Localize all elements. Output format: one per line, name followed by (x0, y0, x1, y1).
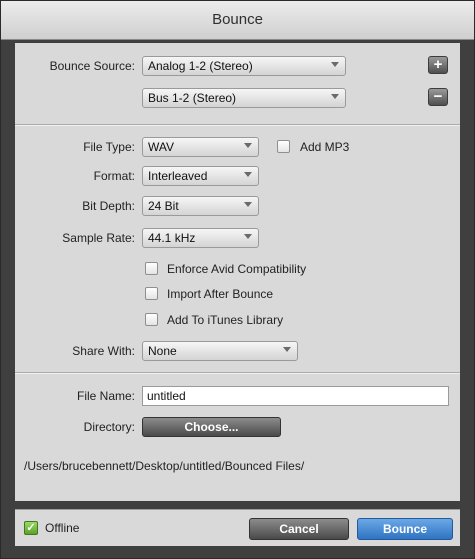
bounce-source-second-select[interactable]: Bus 1-2 (Stereo) (142, 88, 346, 108)
enforce-avid-checkbox[interactable] (145, 262, 158, 275)
directory-label: Directory: (83, 420, 135, 434)
import-after-bounce-checkbox[interactable] (145, 287, 158, 300)
format-label: Format: (93, 169, 135, 183)
file-type-select[interactable]: WAV (142, 137, 259, 157)
minus-icon: − (433, 88, 443, 105)
cancel-button[interactable]: Cancel (249, 518, 349, 540)
offline-label: Offline (45, 521, 80, 535)
chevron-down-icon (244, 202, 252, 207)
bounce-source-value: Analog 1-2 (Stereo) (148, 59, 253, 73)
bounce-dialog: Bounce Bounce Source: Analog 1-2 (Stereo… (0, 0, 475, 559)
chevron-down-icon (244, 143, 252, 148)
sample-rate-select[interactable]: 44.1 kHz (142, 228, 259, 248)
share-with-select[interactable]: None (142, 341, 298, 361)
dialog-footer: ✓ Offline Cancel Bounce (15, 509, 460, 546)
enforce-avid-label: Enforce Avid Compatibility (167, 262, 307, 276)
format-value: Interleaved (148, 169, 208, 183)
chevron-down-icon (283, 347, 291, 352)
destination-panel: File Name: untitled Directory: Choose...… (15, 373, 460, 501)
bounce-source-panel: Bounce Source: Analog 1-2 (Stereo) Bus 1… (15, 43, 460, 125)
remove-source-button[interactable]: − (428, 88, 448, 106)
chevron-down-icon (331, 62, 339, 67)
bit-depth-label: Bit Depth: (82, 199, 135, 213)
add-source-button[interactable]: + (428, 56, 448, 74)
file-name-input[interactable]: untitled (142, 386, 449, 406)
share-with-value: None (148, 344, 177, 358)
choose-directory-button[interactable]: Choose... (142, 417, 281, 437)
file-name-label: File Name: (76, 389, 135, 403)
chevron-down-icon (331, 94, 339, 99)
bit-depth-select[interactable]: 24 Bit (142, 196, 259, 216)
directory-path: /Users/brucebennett/Desktop/untitled/Bou… (24, 459, 305, 473)
bounce-button[interactable]: Bounce (357, 518, 453, 540)
add-to-itunes-label: Add To iTunes Library (167, 313, 284, 327)
bounce-source-second-value: Bus 1-2 (Stereo) (148, 91, 237, 105)
sample-rate-value: 44.1 kHz (148, 231, 196, 245)
import-after-bounce-label: Import After Bounce (167, 287, 274, 301)
dialog-title: Bounce (1, 1, 474, 40)
chevron-down-icon (244, 172, 252, 177)
add-mp3-label: Add MP3 (300, 140, 350, 154)
file-type-value: WAV (148, 140, 174, 154)
bounce-source-select[interactable]: Analog 1-2 (Stereo) (142, 56, 346, 76)
offline-checkbox[interactable]: ✓ (24, 521, 38, 535)
file-type-label: File Type: (83, 140, 135, 154)
format-select[interactable]: Interleaved (142, 166, 259, 186)
chevron-down-icon (244, 234, 252, 239)
plus-icon: + (433, 56, 443, 73)
add-to-itunes-checkbox[interactable] (145, 313, 158, 326)
checkmark-icon: ✓ (26, 522, 36, 534)
bounce-source-label: Bounce Source: (49, 59, 135, 73)
share-with-label: Share With: (72, 344, 135, 358)
bit-depth-value: 24 Bit (148, 199, 179, 213)
file-settings-panel: File Type: WAV Add MP3 Format: Interleav… (15, 125, 460, 373)
sample-rate-label: Sample Rate: (62, 231, 135, 245)
add-mp3-checkbox[interactable] (277, 140, 290, 153)
